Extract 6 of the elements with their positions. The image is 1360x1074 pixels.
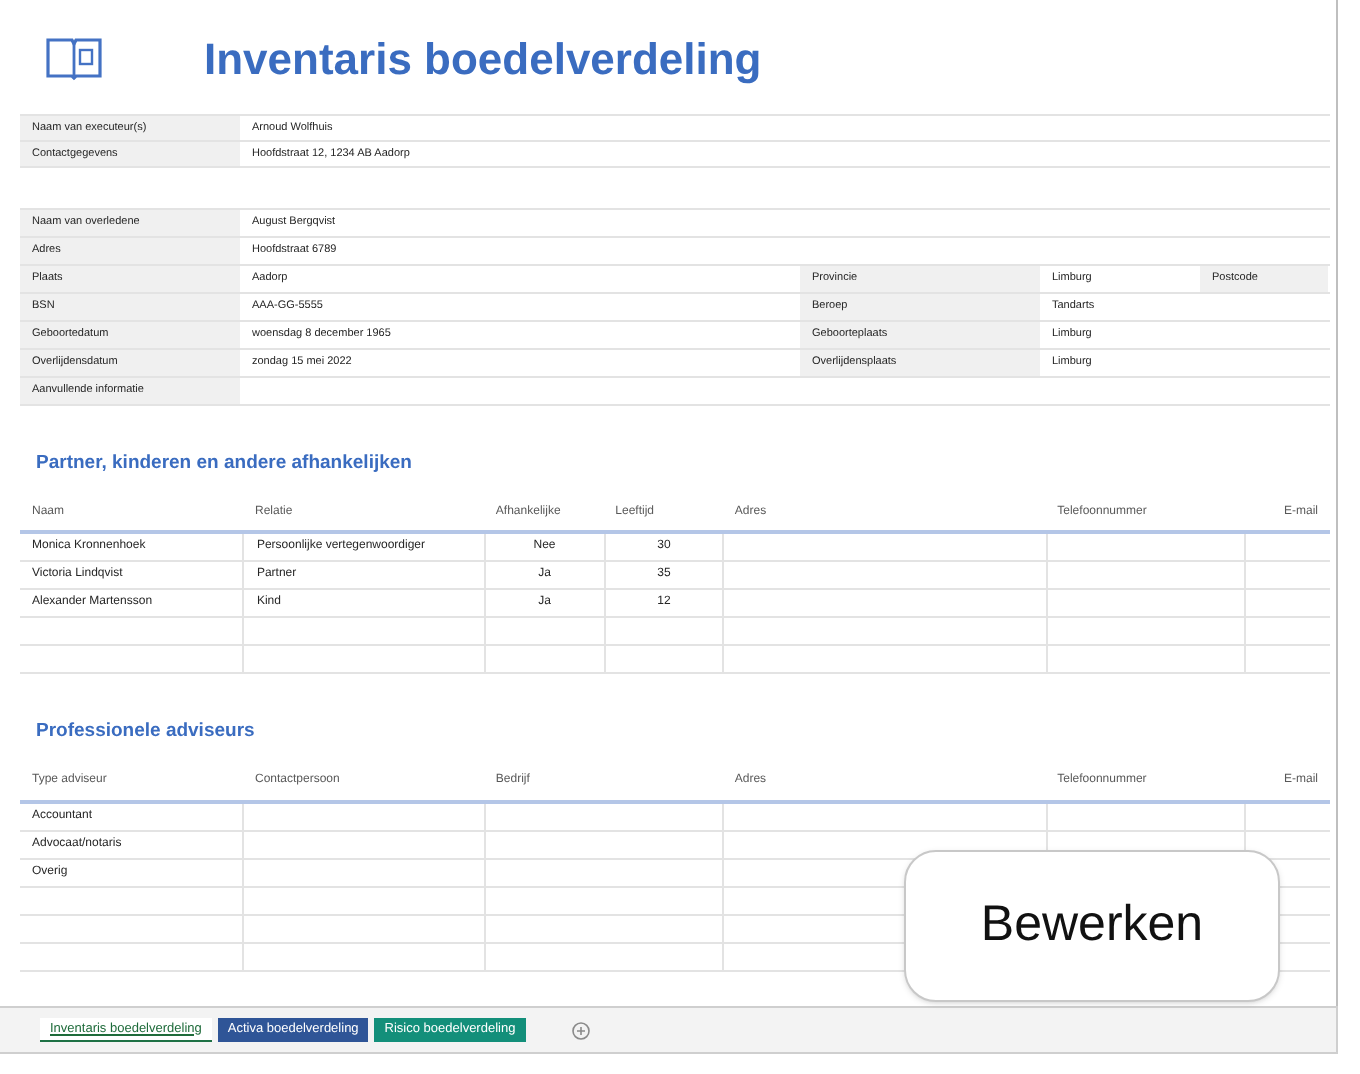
book-icon	[44, 34, 104, 82]
edit-button[interactable]: Bewerken	[904, 849, 1280, 1001]
section-title: Professionele adviseurs	[36, 718, 257, 747]
add-sheet-icon[interactable]	[571, 1021, 590, 1039]
section-title: Partner, kinderen en andere afhankelijken	[36, 450, 414, 478]
page-title: Inventaris boedelverdeling	[204, 31, 762, 88]
